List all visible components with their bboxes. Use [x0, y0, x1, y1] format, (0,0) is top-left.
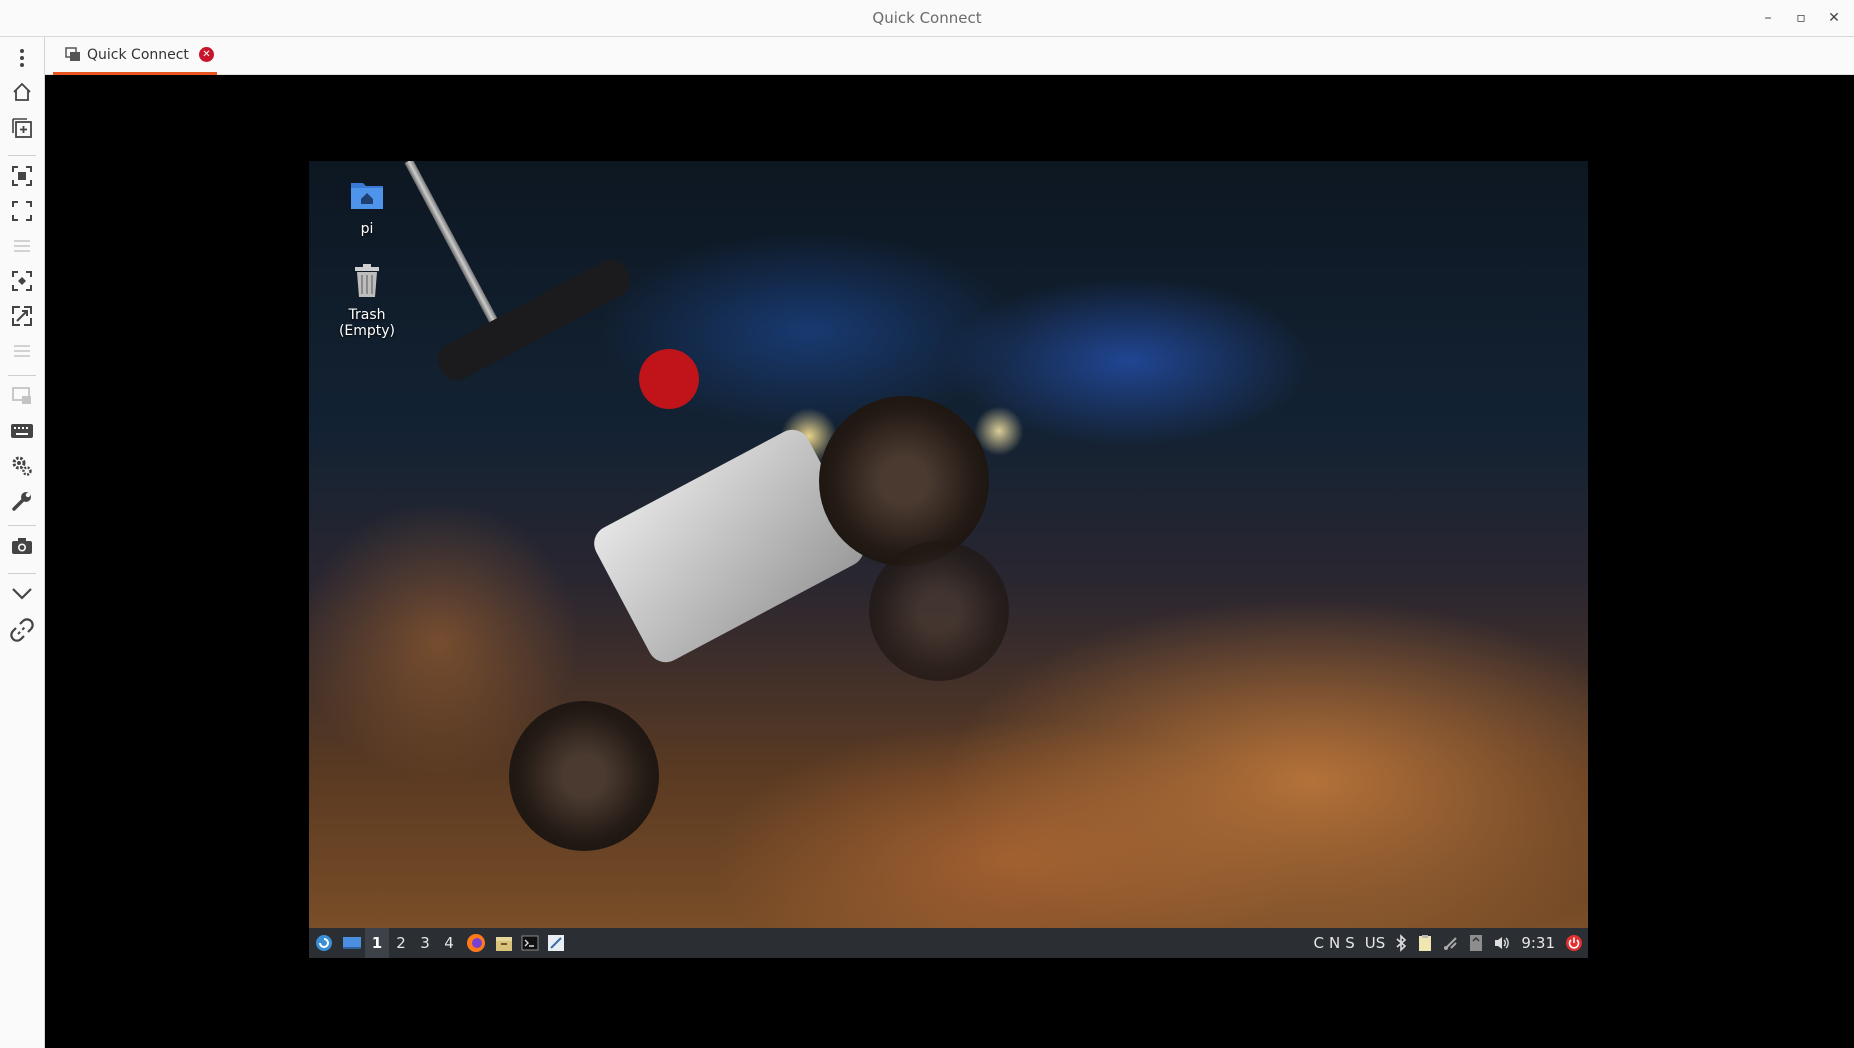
- remote-viewport[interactable]: pi Trash (Empty) 1 2 3 4 C N S US 9:31: [45, 75, 1854, 1048]
- scroll-lock-indicator: S: [1345, 934, 1355, 952]
- network-icon[interactable]: [1443, 928, 1459, 958]
- new-connection-icon[interactable]: [9, 115, 35, 141]
- show-desktop-icon[interactable]: [339, 928, 365, 958]
- list-disabled-icon-2: [9, 338, 35, 364]
- system-tray: C N S US 9:31: [1309, 928, 1588, 958]
- desktop-icon-trash[interactable]: Trash (Empty): [327, 263, 407, 339]
- workspace-3[interactable]: 3: [413, 928, 437, 958]
- fullscreen-icon[interactable]: [9, 198, 35, 224]
- desktop-icon-label-trash: Trash: [348, 307, 386, 323]
- remote-desktop[interactable]: pi Trash (Empty) 1 2 3 4 C N S US 9:31: [309, 161, 1588, 958]
- tools-icon[interactable]: [9, 488, 35, 514]
- rover-wheel: [819, 396, 989, 566]
- minimize-toolbar-icon[interactable]: [9, 581, 35, 607]
- screenshot-icon[interactable]: [9, 533, 35, 559]
- window-title: Quick Connect: [872, 9, 982, 27]
- workspace-1[interactable]: 1: [365, 928, 389, 958]
- menu-dots-icon[interactable]: [9, 45, 35, 71]
- tab-quick-connect[interactable]: Quick Connect ✕: [53, 37, 217, 75]
- desktop-icon-label-trash-status: (Empty): [338, 323, 396, 339]
- num-lock-indicator: N: [1329, 934, 1341, 952]
- scale-icon[interactable]: [9, 268, 35, 294]
- file-manager-icon[interactable]: [491, 928, 517, 958]
- rover-figure: [639, 349, 699, 409]
- desktop-icon-label: pi: [360, 221, 374, 237]
- toolbar-divider-2: [8, 375, 36, 376]
- toolbar-divider: [8, 155, 36, 156]
- preferences-icon[interactable]: [9, 453, 35, 479]
- toolbar-divider-3: [8, 525, 36, 526]
- window-titlebar: Quick Connect – ▫ ✕: [0, 0, 1854, 37]
- firefox-icon[interactable]: [461, 928, 491, 958]
- toolbar-divider-4: [8, 573, 36, 574]
- maximize-button[interactable]: ▫: [1791, 8, 1811, 28]
- clipboard-icon[interactable]: [1417, 928, 1433, 958]
- rover-wheel-3: [869, 541, 1009, 681]
- scale-to-fit-icon[interactable]: [9, 303, 35, 329]
- volume-icon[interactable]: [1493, 928, 1511, 958]
- workspace-4[interactable]: 4: [437, 928, 461, 958]
- removable-media-icon[interactable]: [1469, 928, 1483, 958]
- home-folder-icon: [351, 183, 383, 209]
- keyboard-icon[interactable]: [9, 418, 35, 444]
- desktop-icon-home[interactable]: pi: [327, 177, 407, 237]
- bluetooth-icon[interactable]: [1395, 928, 1407, 958]
- trash-icon: [355, 264, 379, 297]
- terminal-icon[interactable]: [517, 928, 543, 958]
- raspberry-menu-icon[interactable]: [309, 928, 339, 958]
- disconnect-icon[interactable]: [9, 617, 35, 643]
- keyboard-layout[interactable]: US: [1365, 928, 1386, 958]
- left-toolbar: [0, 37, 45, 1048]
- rover-wheel-2: [509, 701, 659, 851]
- tab-bar: Quick Connect ✕: [45, 37, 1854, 75]
- list-disabled-icon: [9, 233, 35, 259]
- remote-desktop-icon: [65, 46, 80, 61]
- clock[interactable]: 9:31: [1521, 928, 1555, 958]
- multi-monitor-icon: [9, 383, 35, 409]
- fit-window-icon[interactable]: [9, 163, 35, 189]
- home-icon[interactable]: [9, 79, 35, 105]
- tab-label: Quick Connect: [87, 46, 189, 63]
- remote-taskbar: 1 2 3 4 C N S US 9:31: [309, 928, 1588, 958]
- workspace-2[interactable]: 2: [389, 928, 413, 958]
- text-editor-icon[interactable]: [543, 928, 569, 958]
- minimize-button[interactable]: –: [1758, 8, 1778, 28]
- desktop-wallpaper: [309, 161, 1588, 928]
- power-icon[interactable]: [1565, 928, 1583, 958]
- tab-close-button[interactable]: ✕: [198, 47, 214, 62]
- caps-lock-indicator: C: [1313, 934, 1325, 952]
- close-button[interactable]: ✕: [1824, 8, 1844, 28]
